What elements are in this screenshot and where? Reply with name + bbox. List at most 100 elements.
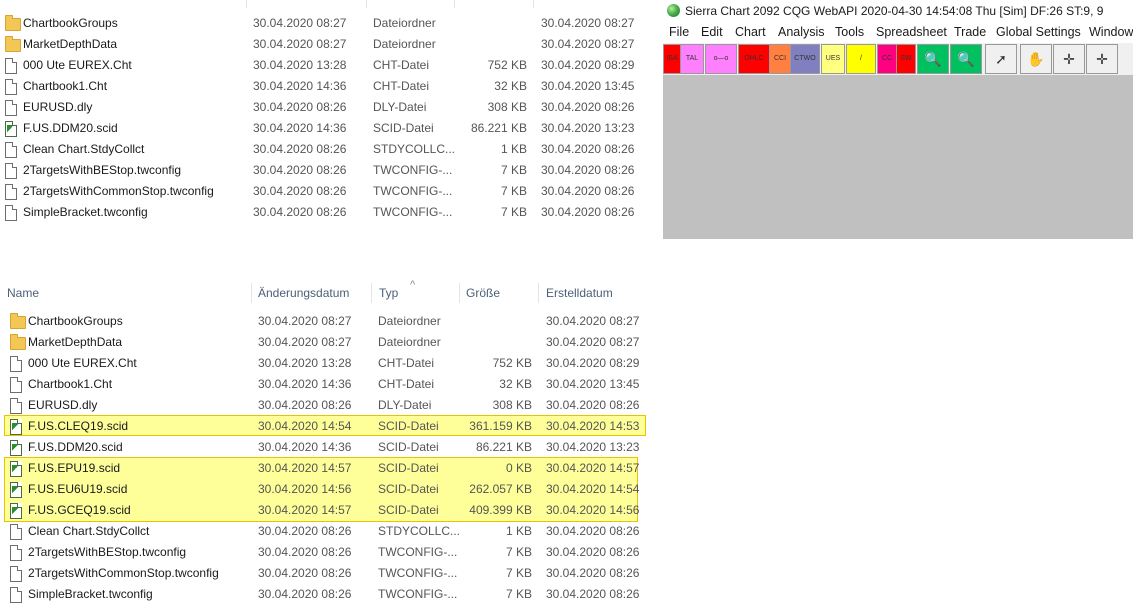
table-row[interactable]: 2TargetsWithBEStop.twconfig 30.04.2020 08… — [0, 542, 650, 563]
menu-edit[interactable]: Edit — [701, 22, 723, 42]
file-name: F.US.DDM20.scid — [28, 440, 123, 454]
table-row[interactable]: MarketDepthData 30.04.2020 08:27 Dateiordn… — [0, 332, 650, 353]
hand-icon: ✋ — [1027, 51, 1045, 67]
table-row[interactable]: EURUSD.dly 30.04.2020 08:26 DLY-Datei 308 K… — [0, 395, 650, 416]
column-header-row: Name Änderungsdatum Typ ^ Größe Erstelld… — [0, 279, 650, 305]
table-row[interactable]: Clean Chart.StdyCollct 30.04.2020 08:26 ST… — [0, 139, 650, 160]
toolbar-button[interactable]: TAL — [680, 44, 704, 74]
file-size: 752 KB — [487, 58, 527, 72]
file-name: EURUSD.dly — [23, 100, 93, 114]
modified-date: 30.04.2020 14:36 — [253, 79, 347, 93]
file-name: 2TargetsWithBEStop.twconfig — [23, 163, 182, 177]
modified-date: 30.04.2020 08:26 — [258, 545, 352, 559]
toolbar-button[interactable]: CTWO — [790, 44, 820, 74]
toolbar-button-label: CTWO — [794, 55, 816, 62]
created-date: 30.04.2020 13:45 — [546, 377, 640, 391]
table-row[interactable]: F.US.CLEQ19.scid 30.04.2020 14:54 SCID-Dat… — [0, 416, 650, 437]
toolbar-button[interactable]: SW — [896, 44, 916, 74]
window-title: Sierra Chart 2092 CQG WebAPI 2020-04-30 … — [685, 4, 1104, 18]
chart-client-area[interactable] — [663, 75, 1133, 239]
column-header-created[interactable]: Erstelldatum — [546, 281, 613, 305]
table-row[interactable]: F.US.EPU19.scid 30.04.2020 14:57 SCID-Date… — [0, 458, 650, 479]
modified-date: 30.04.2020 14:36 — [253, 121, 347, 135]
toolbar-button[interactable]: OHLC — [738, 44, 770, 74]
file-type: SCID-Datei — [378, 461, 439, 475]
file-type: STDYCOLLC... — [373, 142, 456, 156]
table-row[interactable]: Chartbook1.Cht 30.04.2020 14:36 CHT-Datei 3… — [0, 374, 650, 395]
file-name: F.US.GCEQ19.scid — [28, 503, 131, 517]
column-header-type[interactable]: Typ — [379, 281, 398, 305]
file-name: Chartbook1.Cht — [23, 79, 108, 93]
menu-analysis[interactable]: Analysis — [778, 22, 825, 42]
toolbar-button[interactable]: 🔍 — [950, 44, 982, 74]
file-size: 32 KB — [494, 79, 527, 93]
table-row[interactable]: F.US.EU6U19.scid 30.04.2020 14:56 SCID-Dat… — [0, 479, 650, 500]
column-header-date[interactable]: Änderungsdatum — [258, 281, 349, 305]
file-icon — [10, 398, 22, 414]
menu-spreadsheet[interactable]: Spreadsheet — [876, 22, 947, 42]
toolbar-button[interactable]: ➚ — [985, 44, 1017, 74]
table-row[interactable]: ChartbookGroups 30.04.2020 08:27 Dateiordn… — [0, 311, 650, 332]
file-size: 32 KB — [499, 377, 532, 391]
table-row[interactable]: MarketDepthData 30.04.2020 08:27 Dateiordn… — [0, 34, 650, 55]
menu-chart[interactable]: Chart — [735, 22, 766, 42]
table-row[interactable]: EURUSD.dly 30.04.2020 08:26 DLY-Datei 308 K… — [0, 97, 650, 118]
table-row[interactable]: SimpleBracket.twconfig 30.04.2020 08:26 TW… — [0, 202, 650, 223]
table-row[interactable]: Chartbook1.Cht 30.04.2020 14:36 CHT-Datei 3… — [0, 76, 650, 97]
table-row[interactable]: ChartbookGroups 30.04.2020 08:27 Dateiordn… — [0, 13, 650, 34]
file-type: SCID-Datei — [373, 121, 434, 135]
table-row[interactable]: 000 Ute EUREX.Cht 30.04.2020 13:28 CHT-Dat… — [0, 55, 650, 76]
crosshair-icon: ✛ — [1063, 51, 1075, 67]
file-name: SimpleBracket.twconfig — [28, 587, 153, 601]
file-type: TWCONFIG-... — [373, 163, 453, 177]
created-date: 30.04.2020 08:29 — [546, 356, 640, 370]
table-row[interactable]: F.US.DDM20.scid 30.04.2020 14:36 SCID-Date… — [0, 437, 650, 458]
created-date: 30.04.2020 08:26 — [541, 205, 635, 219]
file-type: CHT-Datei — [378, 356, 435, 370]
modified-date: 30.04.2020 08:26 — [258, 398, 352, 412]
column-header-size[interactable]: Größe — [466, 281, 500, 305]
menu-trade[interactable]: Trade — [954, 22, 986, 42]
scid-icon — [10, 503, 22, 519]
table-row[interactable]: F.US.DDM20.scid 30.04.2020 14:36 SCID-Date… — [0, 118, 650, 139]
toolbar-button-label: TAL — [685, 55, 699, 62]
toolbar-button[interactable]: o—o — [705, 44, 737, 74]
table-row[interactable]: 2TargetsWithCommonStop.twconfig 30.04.202… — [0, 563, 650, 584]
file-type: STDYCOLLC... — [378, 524, 461, 538]
toolbar-button[interactable]: UES — [821, 44, 845, 74]
menu-global-settings[interactable]: Global Settings — [996, 22, 1081, 42]
file-type: SCID-Datei — [378, 419, 439, 433]
file-type: DLY-Datei — [373, 100, 427, 114]
table-row[interactable]: SimpleBracket.twconfig 30.04.2020 08:26 TW… — [0, 584, 650, 605]
table-row[interactable]: 000 Ute EUREX.Cht 30.04.2020 13:28 CHT-Dat… — [0, 353, 650, 374]
toolbar-button[interactable]: ISA — [663, 44, 681, 74]
modified-date: 30.04.2020 08:26 — [258, 587, 352, 601]
column-header-name[interactable]: Name — [7, 281, 39, 305]
menu-window[interactable]: Window — [1089, 22, 1133, 42]
menu-tools[interactable]: Tools — [835, 22, 864, 42]
toolbar-button[interactable]: ✛ — [1053, 44, 1085, 74]
file-name: MarketDepthData — [28, 335, 123, 349]
toolbar-button[interactable]: CCI — [769, 44, 791, 74]
table-row[interactable]: F.US.GCEQ19.scid 30.04.2020 14:57 SCID-Dat… — [0, 500, 650, 521]
toolbar-button[interactable]: 🔍 — [917, 44, 949, 74]
toolbar-button[interactable]: CC — [877, 44, 897, 74]
table-row[interactable]: 2TargetsWithBEStop.twconfig 30.04.2020 08… — [0, 160, 650, 181]
file-name: Chartbook1.Cht — [28, 377, 113, 391]
toolbar-button[interactable]: ✛ — [1086, 44, 1118, 74]
toolbar-button[interactable]: ✋ — [1020, 44, 1052, 74]
file-name: F.US.CLEQ19.scid — [28, 419, 129, 433]
zoom-icon: 🔍 — [957, 51, 975, 67]
modified-date: 30.04.2020 14:36 — [258, 377, 352, 391]
menu-file[interactable]: File — [669, 22, 689, 42]
modified-date: 30.04.2020 13:28 — [253, 58, 347, 72]
file-name: Clean Chart.StdyCollct — [23, 142, 145, 156]
modified-date: 30.04.2020 14:57 — [258, 461, 352, 475]
file-name: Clean Chart.StdyCollct — [28, 524, 150, 538]
table-row[interactable]: 2TargetsWithCommonStop.twconfig 30.04.202… — [0, 181, 650, 202]
table-row[interactable]: Clean Chart.StdyCollct 30.04.2020 08:26 ST… — [0, 521, 650, 542]
modified-date: 30.04.2020 14:57 — [258, 503, 352, 517]
file-size: 361.159 KB — [469, 419, 532, 433]
file-name: MarketDepthData — [23, 37, 118, 51]
toolbar-button[interactable]: / — [846, 44, 876, 74]
